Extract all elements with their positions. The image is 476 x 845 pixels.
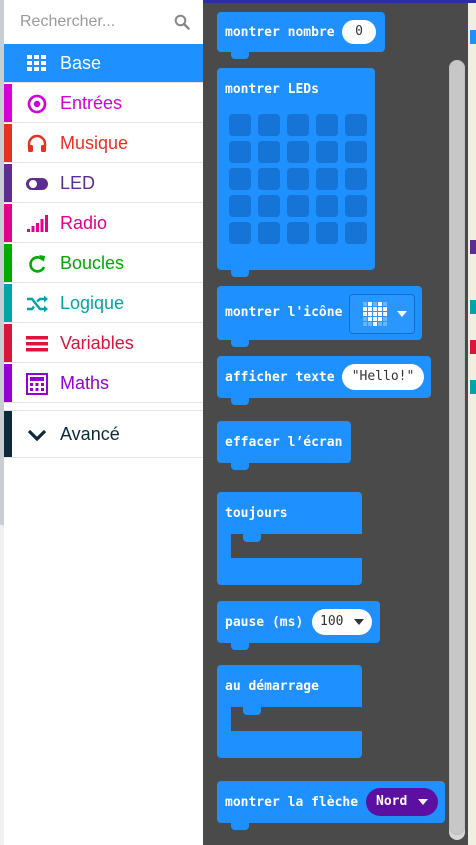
arrow-direction-value: Nord bbox=[376, 794, 408, 809]
signal-icon bbox=[27, 215, 48, 232]
led-cell[interactable] bbox=[258, 168, 280, 190]
target-icon bbox=[27, 94, 47, 114]
category-label: Maths bbox=[60, 373, 110, 393]
block-label: montrer l'icône bbox=[225, 305, 343, 320]
led-cell[interactable] bbox=[229, 114, 251, 136]
category-label: Musique bbox=[60, 133, 129, 153]
category-label: LED bbox=[60, 173, 96, 193]
chevron-down-icon bbox=[27, 429, 47, 442]
category-led[interactable]: LED bbox=[4, 164, 203, 203]
led-cell[interactable] bbox=[229, 195, 251, 217]
calculator-icon bbox=[26, 373, 48, 395]
string-input[interactable]: "Hello!" bbox=[342, 364, 424, 390]
category-label: Logique bbox=[60, 293, 125, 313]
search-icon[interactable] bbox=[174, 14, 190, 30]
workspace-top-border bbox=[203, 0, 476, 3]
block-clear-screen[interactable]: effacer l’écran bbox=[217, 421, 351, 463]
led-cell[interactable] bbox=[287, 114, 309, 136]
category-logique[interactable]: Logique bbox=[4, 284, 203, 323]
led-cell[interactable] bbox=[345, 114, 367, 136]
icon-dropdown[interactable] bbox=[349, 294, 415, 334]
led-cell[interactable] bbox=[345, 195, 367, 217]
block-show-leds[interactable]: montrer LEDs bbox=[217, 68, 375, 270]
category-label: Boucles bbox=[60, 253, 125, 273]
category-avance[interactable]: Avancé bbox=[4, 410, 203, 458]
category-label: Radio bbox=[60, 213, 108, 233]
category-maths[interactable]: Maths bbox=[4, 364, 203, 403]
led-cell[interactable] bbox=[316, 141, 338, 163]
led-cell[interactable] bbox=[316, 195, 338, 217]
led-cell[interactable] bbox=[229, 168, 251, 190]
block-on-start[interactable]: au démarrage bbox=[217, 665, 362, 758]
search-input[interactable] bbox=[4, 0, 180, 44]
led-cell[interactable] bbox=[316, 114, 338, 136]
scrollbar-thumb[interactable] bbox=[449, 60, 465, 835]
arrow-direction-dropdown[interactable]: Nord bbox=[366, 788, 438, 816]
block-pause[interactable]: pause (ms) 100 bbox=[217, 601, 380, 643]
pause-dropdown[interactable]: 100 bbox=[312, 609, 372, 635]
block-label: montrer la flèche bbox=[225, 795, 359, 810]
block-label: montrer LEDs bbox=[225, 82, 319, 97]
loop-icon bbox=[29, 255, 46, 273]
shuffle-icon bbox=[27, 295, 48, 313]
block-show-string[interactable]: afficher texte "Hello!" bbox=[217, 356, 431, 398]
category-label: Variables bbox=[60, 333, 134, 353]
category-musique[interactable]: Musique bbox=[4, 124, 203, 163]
string-value: Hello! bbox=[359, 369, 407, 384]
led-cell[interactable] bbox=[258, 141, 280, 163]
led-cell[interactable] bbox=[287, 195, 309, 217]
led-cell[interactable] bbox=[229, 141, 251, 163]
block-show-arrow[interactable]: montrer la flèche Nord bbox=[217, 781, 445, 823]
led-grid[interactable] bbox=[229, 114, 369, 254]
headphones-icon bbox=[27, 134, 47, 152]
category-label: Entrées bbox=[60, 93, 123, 113]
category-base[interactable]: Base bbox=[4, 44, 203, 83]
list-icon bbox=[26, 336, 48, 352]
led-cell[interactable] bbox=[229, 222, 251, 244]
right-edge bbox=[468, 0, 476, 845]
category-label: Base bbox=[60, 53, 102, 73]
led-cell[interactable] bbox=[258, 222, 280, 244]
caret-down-icon bbox=[397, 311, 407, 317]
grid-icon bbox=[27, 55, 46, 71]
category-variables[interactable]: Variables bbox=[4, 324, 203, 363]
led-cell[interactable] bbox=[316, 168, 338, 190]
category-label: Avancé bbox=[60, 424, 120, 444]
led-cell[interactable] bbox=[345, 141, 367, 163]
led-cell[interactable] bbox=[287, 141, 309, 163]
block-label: montrer nombre bbox=[225, 25, 335, 40]
led-cell[interactable] bbox=[258, 195, 280, 217]
led-cell[interactable] bbox=[258, 114, 280, 136]
block-label: pause (ms) bbox=[225, 615, 304, 630]
led-cell[interactable] bbox=[316, 222, 338, 244]
category-radio[interactable]: Radio bbox=[4, 204, 203, 243]
number-input[interactable]: 0 bbox=[342, 20, 376, 44]
category-entrees[interactable]: Entrées bbox=[4, 84, 203, 123]
block-show-number[interactable]: montrer nombre 0 bbox=[217, 12, 385, 52]
led-cell[interactable] bbox=[287, 222, 309, 244]
toolbox: Base Entrées Musique LED bbox=[4, 0, 203, 845]
category-boucles[interactable]: Boucles bbox=[4, 244, 203, 283]
block-label: au démarrage bbox=[225, 679, 319, 694]
block-label: toujours bbox=[225, 506, 288, 521]
led-cell[interactable] bbox=[345, 222, 367, 244]
block-label: effacer l’écran bbox=[225, 435, 343, 450]
led-cell[interactable] bbox=[345, 168, 367, 190]
block-label: afficher texte bbox=[225, 370, 335, 385]
caret-down-icon bbox=[354, 619, 364, 625]
toggle-icon bbox=[26, 178, 48, 190]
search-box bbox=[4, 0, 203, 45]
heart-icon bbox=[363, 302, 387, 326]
led-cell[interactable] bbox=[287, 168, 309, 190]
block-show-icon[interactable]: montrer l'icône bbox=[217, 286, 422, 340]
pause-value: 100 bbox=[320, 614, 344, 629]
block-forever[interactable]: toujours bbox=[217, 492, 362, 585]
caret-down-icon bbox=[418, 799, 428, 805]
